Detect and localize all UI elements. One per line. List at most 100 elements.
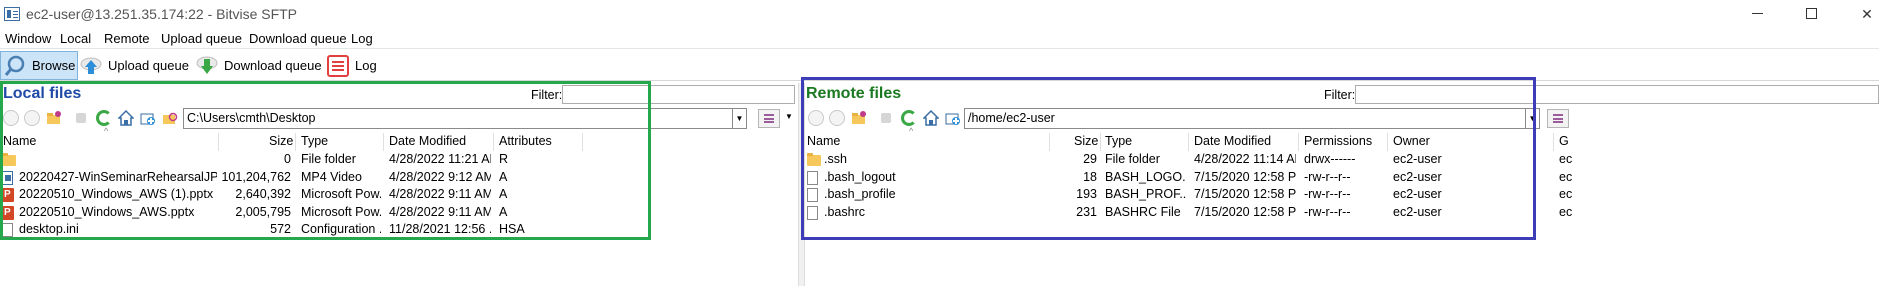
local-cell-size: 572 bbox=[270, 222, 291, 236]
local-cell-modified: 4/28/2022 9:11 AM bbox=[389, 204, 491, 219]
remote-cell-type: BASHRC File bbox=[1105, 204, 1181, 219]
stop-icon[interactable] bbox=[881, 113, 891, 123]
local-col-type[interactable]: Type bbox=[301, 134, 328, 148]
maximize-button[interactable] bbox=[1786, 0, 1836, 28]
video-file-icon bbox=[2, 170, 13, 185]
new-folder-icon[interactable] bbox=[851, 110, 867, 126]
remote-cell-group: ec bbox=[1559, 187, 1573, 201]
file-row[interactable]: .ssh 29 File folder 4/28/2022 11:14 AM drwx-… bbox=[805, 151, 1879, 169]
local-cell-modified: 11/28/2021 12:56 ... bbox=[389, 222, 491, 236]
local-cell-attributes: A bbox=[499, 187, 508, 201]
local-cell-attributes: R bbox=[499, 152, 509, 166]
file-row[interactable]: 20220510_Windows_AWS (1).pptx 2,640,392 Mi… bbox=[0, 186, 798, 204]
log-button[interactable]: Log bbox=[326, 51, 377, 80]
settings-file-icon bbox=[2, 223, 13, 237]
home-icon[interactable] bbox=[117, 109, 135, 126]
menu-bar: Window Local Remote Upload queue Downloa… bbox=[0, 28, 1879, 49]
local-cell-attributes: A bbox=[499, 204, 508, 219]
browse-button[interactable]: Browse bbox=[0, 51, 78, 80]
folder-add-icon[interactable] bbox=[945, 110, 961, 126]
refresh-icon[interactable] bbox=[96, 110, 112, 126]
local-cell-modified: 4/28/2022 9:11 AM bbox=[389, 187, 491, 201]
window-title: ec2-user@13.251.35.174:22 - Bitvise SFTP bbox=[26, 6, 298, 22]
menu-window[interactable]: Window bbox=[5, 31, 51, 46]
remote-cell-modified: 7/15/2020 12:58 PM bbox=[1194, 204, 1296, 219]
back-icon[interactable] bbox=[808, 110, 824, 126]
file-icon bbox=[807, 170, 818, 185]
file-row[interactable]: .bash_profile 193 BASH_PROF... 7/15/2020 12… bbox=[805, 186, 1879, 204]
remote-cell-size: 18 bbox=[1083, 169, 1097, 184]
local-view-mode-dropdown[interactable]: ▼ bbox=[785, 112, 793, 121]
minimize-button[interactable] bbox=[1732, 0, 1782, 28]
local-filter-input[interactable] bbox=[562, 85, 795, 104]
local-cell-size: 101,204,762 bbox=[221, 169, 291, 184]
remote-col-permissions[interactable]: Permissions bbox=[1304, 134, 1372, 148]
new-folder-icon[interactable] bbox=[46, 110, 62, 126]
menu-upload-queue[interactable]: Upload queue bbox=[161, 31, 242, 46]
remote-cell-name: .ssh bbox=[824, 152, 847, 166]
remote-filter-input[interactable] bbox=[1355, 85, 1879, 104]
remote-view-mode-button[interactable] bbox=[1547, 109, 1569, 128]
menu-log[interactable]: Log bbox=[351, 31, 373, 46]
file-row[interactable]: 0 File folder 4/28/2022 11:21 AM R bbox=[0, 151, 798, 169]
file-row[interactable]: 20220510_Windows_AWS.pptx 2,005,795 Micros… bbox=[0, 204, 798, 222]
menu-download-queue[interactable]: Download queue bbox=[249, 31, 347, 46]
upload-queue-button[interactable]: Upload queue bbox=[79, 51, 189, 80]
home-icon[interactable] bbox=[922, 109, 940, 126]
remote-column-header: Name ^ Size Type Date Modified Permissio… bbox=[805, 126, 1879, 151]
remote-cell-size: 231 bbox=[1076, 204, 1097, 219]
local-cell-name: 20220427-WinSeminarRehearsalJP.m... bbox=[19, 169, 217, 184]
remote-path-dropdown[interactable]: ▼ bbox=[1526, 108, 1540, 129]
local-col-date-modified[interactable]: Date Modified bbox=[389, 134, 466, 148]
forward-icon[interactable] bbox=[24, 110, 40, 126]
remote-col-group[interactable]: G bbox=[1559, 134, 1569, 148]
minimize-icon bbox=[1752, 13, 1763, 14]
local-cell-size: 2,640,392 bbox=[235, 187, 291, 201]
back-icon[interactable] bbox=[3, 110, 19, 126]
title-bar: ec2-user@13.251.35.174:22 - Bitvise SFTP… bbox=[0, 0, 1879, 28]
file-row[interactable]: 20220427-WinSeminarRehearsalJP.m... 101,2… bbox=[0, 169, 798, 187]
upload-queue-label: Upload queue bbox=[108, 58, 189, 73]
local-path-input[interactable]: C:\Users\cmth\Desktop bbox=[183, 108, 733, 129]
forward-icon[interactable] bbox=[829, 110, 845, 126]
download-queue-button[interactable]: Download queue bbox=[195, 51, 322, 80]
close-button[interactable]: ✕ bbox=[1842, 0, 1879, 28]
bitvise-app-icon bbox=[4, 7, 20, 21]
remote-col-name[interactable]: Name bbox=[807, 134, 840, 148]
remote-cell-name: .bashrc bbox=[824, 204, 865, 219]
local-view-mode-button[interactable] bbox=[758, 109, 780, 128]
file-icon bbox=[807, 188, 818, 202]
local-cell-type: Microsoft Pow... bbox=[301, 187, 381, 201]
menu-remote[interactable]: Remote bbox=[104, 31, 150, 46]
menu-local[interactable]: Local bbox=[60, 31, 91, 46]
file-row[interactable]: desktop.ini 572 Configuration ... 11/28/202… bbox=[0, 221, 798, 239]
remote-col-type[interactable]: Type bbox=[1105, 134, 1132, 148]
remote-cell-type: BASH_PROF... bbox=[1105, 187, 1186, 201]
panel-splitter[interactable] bbox=[798, 83, 805, 286]
folder-add-icon[interactable] bbox=[140, 110, 156, 126]
local-path-dropdown[interactable]: ▼ bbox=[733, 108, 747, 129]
local-filter-label: Filter: bbox=[531, 88, 563, 102]
local-col-size[interactable]: Size bbox=[269, 134, 293, 148]
local-cell-type: MP4 Video bbox=[301, 169, 362, 184]
stop-icon[interactable] bbox=[76, 113, 86, 123]
refresh-icon[interactable] bbox=[901, 110, 917, 126]
local-cell-type: Configuration ... bbox=[301, 222, 381, 236]
local-cell-name: 20220510_Windows_AWS.pptx bbox=[19, 204, 195, 219]
file-row[interactable]: .bashrc 231 BASHRC File 7/15/2020 12:58 PM -… bbox=[805, 204, 1879, 222]
remote-col-owner[interactable]: Owner bbox=[1393, 134, 1430, 148]
local-col-attributes[interactable]: Attributes bbox=[499, 134, 552, 148]
remote-cell-name: .bash_logout bbox=[824, 169, 896, 184]
folder-icon bbox=[2, 153, 16, 166]
remote-col-size[interactable]: Size bbox=[1074, 134, 1098, 148]
remote-cell-permissions: drwx------ bbox=[1304, 152, 1356, 166]
folder-search-icon[interactable] bbox=[162, 110, 178, 126]
local-cell-modified: 4/28/2022 11:21 AM bbox=[389, 152, 491, 166]
remote-col-date-modified[interactable]: Date Modified bbox=[1194, 134, 1271, 148]
remote-cell-permissions: -rw-r--r-- bbox=[1304, 204, 1351, 219]
file-row[interactable]: .bash_logout 18 BASH_LOGO... 7/15/2020 12:5… bbox=[805, 169, 1879, 187]
local-cell-size: 2,005,795 bbox=[235, 204, 291, 219]
remote-cell-group: ec bbox=[1559, 152, 1573, 166]
remote-path-input[interactable]: /home/ec2-user bbox=[964, 108, 1526, 129]
local-col-name[interactable]: Name bbox=[3, 134, 36, 148]
